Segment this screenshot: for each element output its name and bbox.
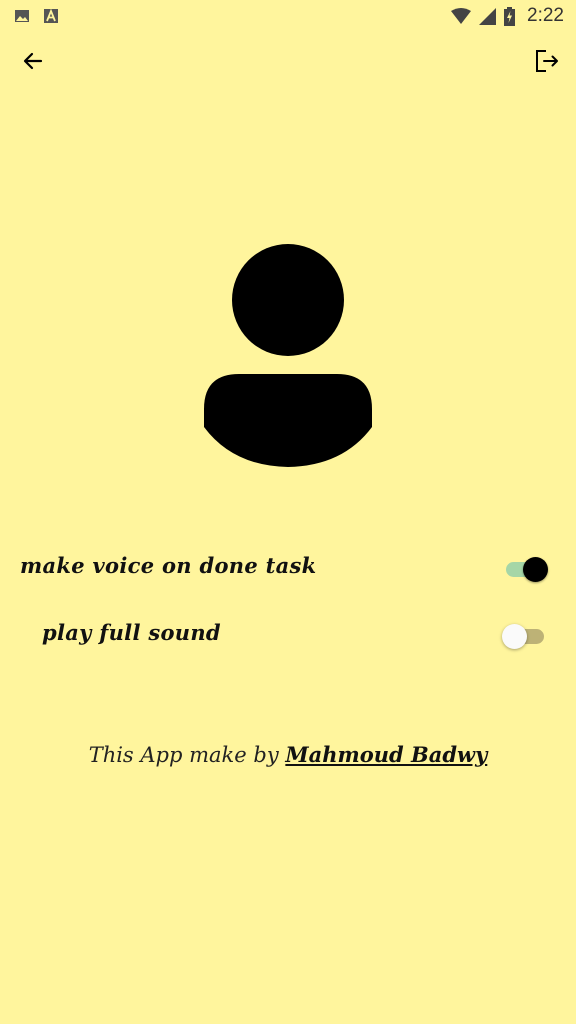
voice-on-done-label: make voice on done task [20,553,317,578]
voice-on-done-switch[interactable] [502,555,548,583]
profile-avatar [203,243,373,469]
status-right-icons: 2:22 [451,5,564,27]
back-button[interactable] [10,40,56,86]
credit-prefix: This App make by [88,743,286,767]
setting-play-full-sound: play full sound [0,610,576,660]
switch-thumb [502,624,527,649]
logout-icon [534,48,560,78]
font-a-icon [44,8,58,24]
setting-voice-on-done: make voice on done task [0,543,576,593]
image-icon [14,8,30,24]
logout-button[interactable] [524,40,570,86]
wifi-icon [451,8,472,24]
battery-charging-icon [504,6,516,26]
app-bar [0,40,576,86]
person-icon [204,244,372,467]
play-full-sound-label: play full sound [42,620,221,645]
switch-thumb [523,557,548,582]
status-bar: 2:22 [0,0,576,32]
status-time: 2:22 [527,5,564,26]
arrow-back-icon [21,49,45,77]
app-credit: This App make by Mahmoud Badwy [0,742,576,767]
status-left-icons [14,8,58,24]
signal-icon [479,7,497,25]
credit-author-link[interactable]: Mahmoud Badwy [285,742,487,767]
play-full-sound-switch[interactable] [502,622,548,650]
